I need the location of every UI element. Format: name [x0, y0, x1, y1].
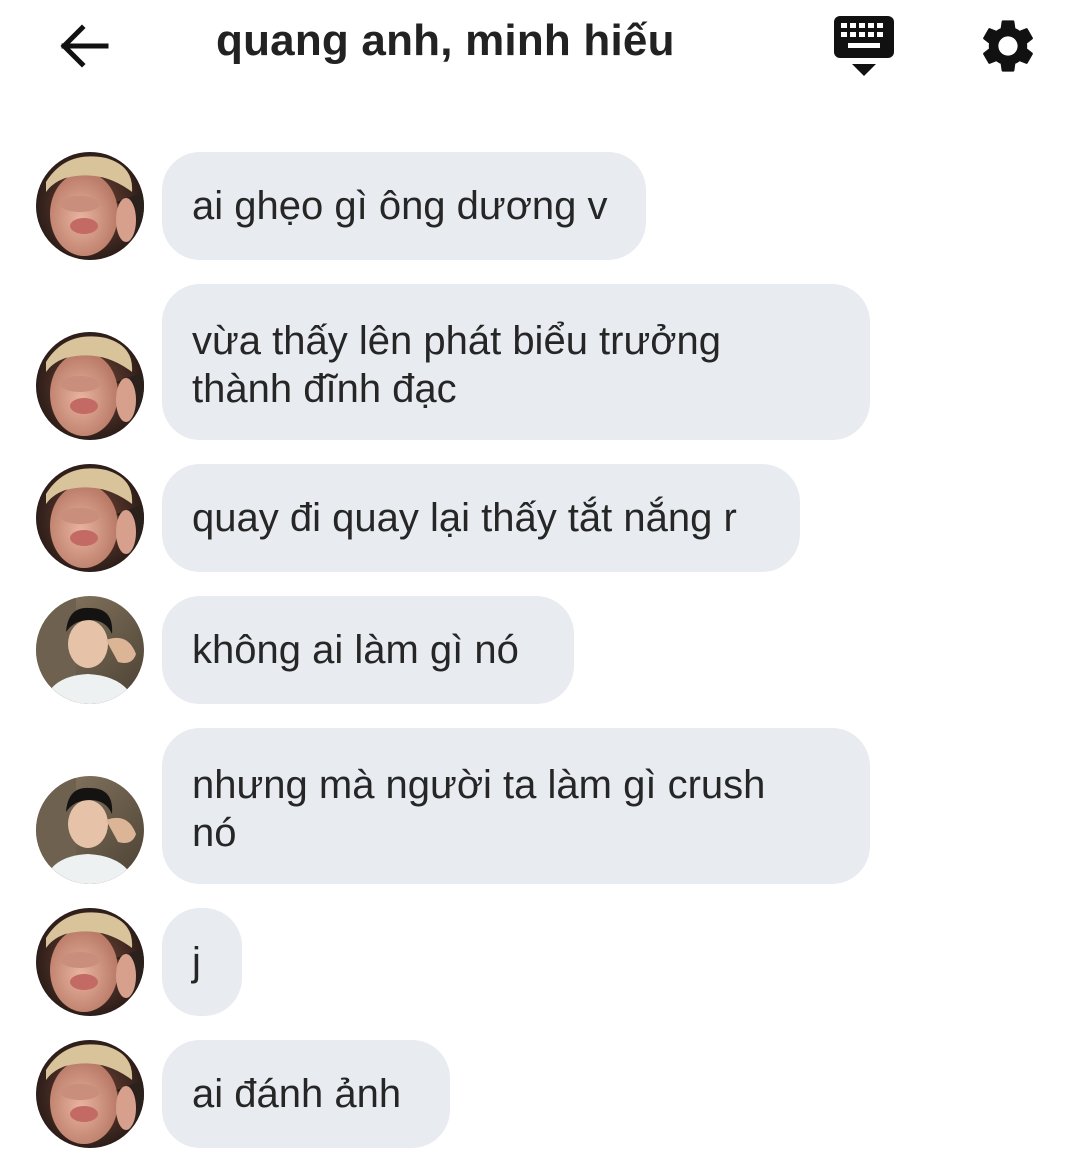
back-button[interactable]	[56, 18, 112, 74]
message-row: ai đánh ảnh	[0, 1040, 1080, 1148]
avatar-minh-hieu[interactable]	[36, 776, 144, 884]
message-row: vừa thấy lên phát biểu trưởng thành đĩnh…	[0, 284, 1080, 440]
avatar-quang-anh[interactable]	[36, 332, 144, 440]
avatar-quang-anh[interactable]	[36, 464, 144, 572]
message-bubble[interactable]: nhưng mà người ta làm gì crush nó	[162, 728, 870, 884]
message-text: ai ghẹo gì ông dương v	[192, 184, 608, 228]
message-row: ai ghẹo gì ông dương v	[0, 152, 1080, 260]
avatar-minh-hieu[interactable]	[36, 596, 144, 704]
message-text: nhưng mà người ta làm gì crush nó	[192, 763, 766, 855]
message-bubble[interactable]: ai ghẹo gì ông dương v	[162, 152, 646, 260]
message-row: j	[0, 908, 1080, 1016]
message-bubble[interactable]: j	[162, 908, 242, 1016]
gear-icon	[983, 20, 1033, 72]
avatar-quang-anh[interactable]	[36, 908, 144, 1016]
conversation-title: quang anh, minh hiếu	[216, 16, 675, 65]
message-row: nhưng mà người ta làm gì crush nó	[0, 728, 1080, 884]
chat-header: quang anh, minh hiếu	[0, 0, 1080, 92]
message-bubble[interactable]: không ai làm gì nó	[162, 596, 574, 704]
message-row: không ai làm gì nó	[0, 596, 1080, 704]
avatar-quang-anh[interactable]	[36, 1040, 144, 1148]
message-row: quay đi quay lại thấy tắt nắng r	[0, 464, 1080, 572]
settings-button[interactable]	[976, 14, 1040, 78]
keyboard-toggle-button[interactable]	[832, 14, 896, 78]
message-text: không ai làm gì nó	[192, 628, 519, 672]
message-text: quay đi quay lại thấy tắt nắng r	[192, 496, 737, 540]
message-bubble[interactable]: vừa thấy lên phát biểu trưởng thành đĩnh…	[162, 284, 870, 440]
message-bubble[interactable]: quay đi quay lại thấy tắt nắng r	[162, 464, 800, 572]
avatar-quang-anh[interactable]	[36, 152, 144, 260]
keyboard-hide-icon	[834, 16, 894, 76]
message-bubble[interactable]: ai đánh ảnh	[162, 1040, 450, 1148]
message-text: j	[192, 940, 201, 984]
arrow-left-icon	[60, 24, 109, 68]
message-text: vừa thấy lên phát biểu trưởng thành đĩnh…	[192, 319, 721, 411]
message-text: ai đánh ảnh	[192, 1072, 402, 1116]
